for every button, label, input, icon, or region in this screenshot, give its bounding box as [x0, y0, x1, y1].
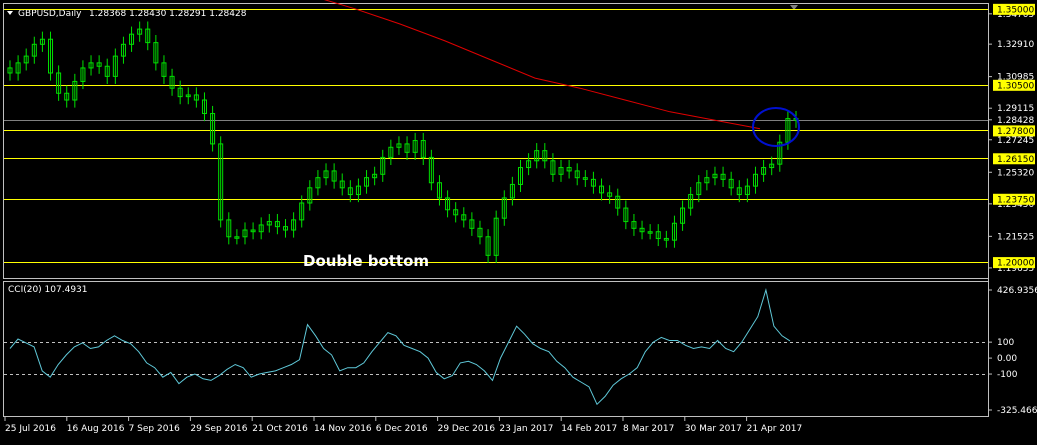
time-axis: 25 Jul 2016 16 Aug 2016 7 Sep 2016 29 Sep 2…	[4, 417, 803, 434]
time-tick-label: 30 Mar 2017	[685, 424, 742, 434]
chart-window[interactable]: GBPUSD,Daily 1.28368 1.28430 1.28291 1.2…	[0, 0, 1037, 441]
price-tick-label: 1.28428	[997, 116, 1034, 126]
dropdown-arrow-icon[interactable]	[7, 11, 13, 15]
candles	[7, 21, 799, 263]
level-tag-label: 1.27800	[997, 127, 1034, 137]
symbol-title: GBPUSD,Daily	[18, 9, 82, 19]
time-tick-label: 7 Sep 2016	[129, 424, 181, 434]
cci-tick-label: 100	[997, 338, 1014, 348]
moving-average-line	[323, 0, 761, 130]
double-bottom-label: Double bottom	[303, 252, 429, 270]
level-tag-label: 1.20000	[997, 259, 1034, 269]
time-tick-label: 25 Jul 2016	[5, 424, 56, 434]
price-tick-label: 1.21525	[997, 232, 1034, 242]
time-tick-label: 14 Feb 2017	[561, 424, 617, 434]
cci-line	[9, 288, 791, 406]
ohlc-readout: 1.28368 1.28430 1.28291 1.28428	[89, 9, 247, 19]
time-tick-label: 21 Apr 2017	[747, 424, 803, 434]
time-tick-label: 29 Dec 2016	[438, 424, 496, 434]
cci-scale: 426.9356 100 0.00 -100 -325.4667	[988, 286, 1037, 416]
cci-tick-label: -100	[997, 370, 1018, 380]
level-tag-label: 1.35000	[997, 5, 1034, 15]
time-tick-label: 14 Nov 2016	[314, 424, 372, 434]
cci-series-line	[9, 288, 791, 406]
moving-average	[323, 0, 761, 130]
time-tick-label: 21 Oct 2016	[252, 424, 308, 434]
time-tick-label: 6 Dec 2016	[376, 424, 428, 434]
time-tick-label: 23 Jan 2017	[499, 424, 553, 434]
time-tick-label: 8 Mar 2017	[623, 424, 674, 434]
time-tick-label: 29 Sep 2016	[190, 424, 247, 434]
cci-title: CCI(20) 107.4931	[8, 285, 88, 295]
price-tick-label: 1.27245	[997, 136, 1034, 146]
price-scale: 1.347051.329101.309851.291151.284281.272…	[988, 3, 1035, 274]
level-tag-label: 1.23750	[997, 195, 1034, 205]
price-tick-label: 1.32910	[997, 40, 1034, 50]
level-tag-label: 1.26150	[997, 155, 1034, 165]
cci-tick-label: -325.4667	[997, 406, 1037, 416]
price-chart[interactable]: GBPUSD,Daily 1.28368 1.28430 1.28291 1.2…	[0, 0, 1037, 441]
price-tick-label: 1.29115	[997, 104, 1034, 114]
time-tick-label: 16 Aug 2016	[67, 424, 125, 434]
cci-tick-label: 426.9356	[997, 286, 1037, 296]
cci-tick-label: 0.00	[997, 354, 1017, 364]
price-tick-label: 1.25320	[997, 168, 1034, 178]
cci-panel-frame	[3, 281, 989, 417]
level-tag-label: 1.30500	[997, 81, 1034, 91]
highlight-circle	[752, 107, 800, 147]
